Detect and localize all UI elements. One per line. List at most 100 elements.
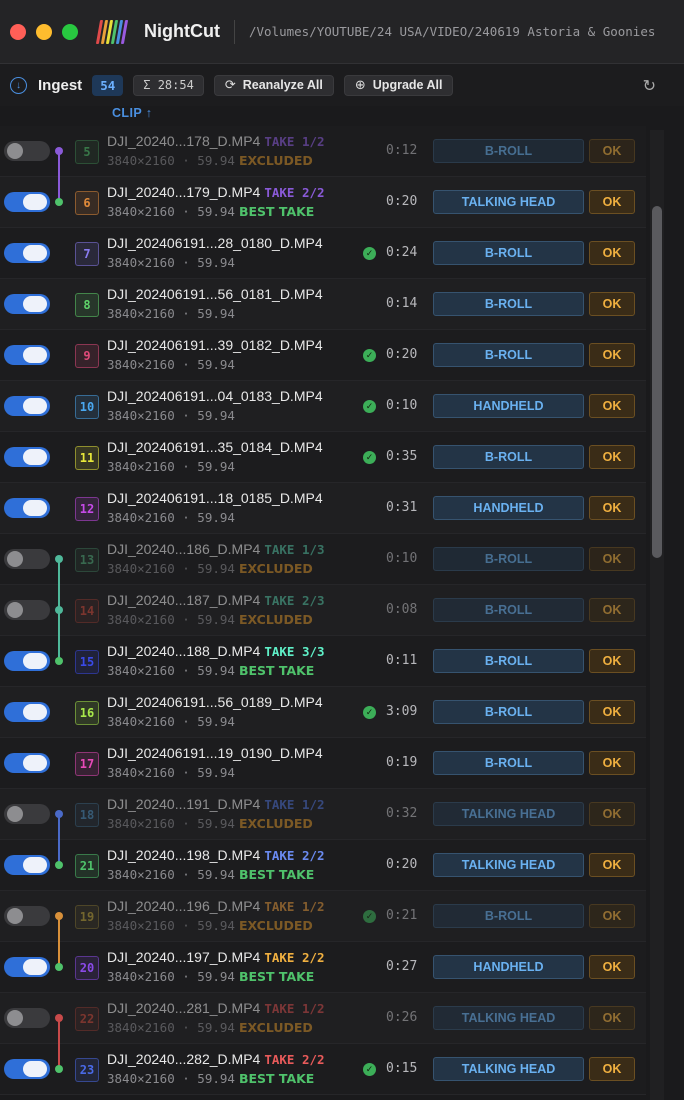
include-toggle[interactable] (4, 1059, 50, 1079)
clip-meta: 3840×2160 · 59.94 (107, 306, 235, 321)
clip-row[interactable]: 12 DJI_202406191...18_0185_D.MP4 3840×2160… (0, 483, 646, 534)
category-button[interactable]: B-ROLL (433, 241, 584, 265)
clip-row[interactable]: 16 DJI_202406191...56_0189_D.MP4 3840×2160… (0, 687, 646, 738)
include-toggle[interactable] (4, 243, 50, 263)
include-toggle[interactable] (4, 192, 50, 212)
ok-button[interactable]: OK (589, 598, 635, 622)
clip-row[interactable]: 5 DJI_20240...178_D.MP4 TAKE 1/2 3840×2160 … (0, 126, 646, 177)
clip-row[interactable]: 18 DJI_20240...191_D.MP4 TAKE 1/2 3840×2160… (0, 789, 646, 840)
clip-row[interactable]: 17 DJI_202406191...19_0190_D.MP4 3840×2160… (0, 738, 646, 789)
category-button[interactable]: TALKING HEAD (433, 1057, 584, 1081)
category-button[interactable]: HANDHELD (433, 394, 584, 418)
category-button[interactable]: B-ROLL (433, 139, 584, 163)
ok-button[interactable]: OK (589, 700, 635, 724)
category-button[interactable]: B-ROLL (433, 292, 584, 316)
clip-filename: DJI_20240...188_D.MP4 TAKE 3/3 (107, 643, 325, 659)
ok-button[interactable]: OK (589, 1057, 635, 1081)
refresh-icon[interactable]: ↻ (643, 76, 656, 96)
clip-filename: DJI_202406191...04_0183_D.MP4 (107, 388, 323, 404)
minimize-button[interactable] (36, 23, 52, 40)
clip-row[interactable]: 22 DJI_20240...281_D.MP4 TAKE 1/2 3840×2160… (0, 993, 646, 1044)
category-button[interactable]: B-ROLL (433, 343, 584, 367)
clip-duration: 0:08 (386, 602, 418, 617)
include-toggle[interactable] (4, 345, 50, 365)
clip-filename: DJI_202406191...39_0182_D.MP4 (107, 337, 323, 353)
ok-button[interactable]: OK (589, 904, 635, 928)
category-button[interactable]: TALKING HEAD (433, 1006, 584, 1030)
clip-row[interactable]: 6 DJI_20240...179_D.MP4 TAKE 2/2 3840×2160 … (0, 177, 646, 228)
include-toggle[interactable] (4, 396, 50, 416)
clip-row[interactable]: 13 DJI_20240...186_D.MP4 TAKE 1/3 3840×2160… (0, 534, 646, 585)
include-toggle[interactable] (4, 141, 50, 161)
reanalyze-all-button[interactable]: ⟳ Reanalyze All (213, 74, 334, 96)
ok-button[interactable]: OK (589, 649, 635, 673)
clip-row[interactable]: 19 DJI_20240...196_D.MP4 TAKE 1/2 3840×2160… (0, 891, 646, 942)
ingest-label[interactable]: Ingest (38, 77, 82, 94)
include-toggle[interactable] (4, 753, 50, 773)
ok-button[interactable]: OK (589, 751, 635, 775)
include-toggle[interactable] (4, 906, 50, 926)
clip-row[interactable]: 23 DJI_20240...282_D.MP4 TAKE 2/2 3840×2160… (0, 1044, 646, 1095)
clip-sort-header[interactable]: CLIP ↑ (112, 106, 152, 120)
toggle-knob (7, 143, 23, 159)
include-toggle[interactable] (4, 294, 50, 314)
category-button[interactable]: TALKING HEAD (433, 853, 584, 877)
clip-row[interactable]: 15 DJI_20240...188_D.MP4 TAKE 3/3 3840×2160… (0, 636, 646, 687)
ok-button[interactable]: OK (589, 292, 635, 316)
include-toggle[interactable] (4, 498, 50, 518)
close-button[interactable] (10, 23, 26, 40)
include-toggle[interactable] (4, 549, 50, 569)
clip-row[interactable]: 20 DJI_20240...197_D.MP4 TAKE 2/2 3840×2160… (0, 942, 646, 993)
clip-duration: 0:11 (386, 653, 418, 668)
upgrade-all-button[interactable]: ⊕ Upgrade All (343, 74, 454, 96)
include-toggle[interactable] (4, 957, 50, 977)
clip-row[interactable]: 11 DJI_202406191...35_0184_D.MP4 3840×2160… (0, 432, 646, 483)
include-toggle[interactable] (4, 702, 50, 722)
resolution-fps: 3840×2160 · 59.94 (107, 408, 235, 423)
clip-number: 14 (75, 599, 99, 623)
include-toggle[interactable] (4, 804, 50, 824)
ok-button[interactable]: OK (589, 190, 635, 214)
toggle-knob (23, 704, 47, 720)
clip-row[interactable]: 8 DJI_202406191...56_0181_D.MP4 3840×2160 … (0, 279, 646, 330)
ok-button[interactable]: OK (589, 955, 635, 979)
include-toggle[interactable] (4, 447, 50, 467)
include-toggle[interactable] (4, 600, 50, 620)
ok-button[interactable]: OK (589, 496, 635, 520)
zoom-button[interactable] (62, 23, 78, 40)
ok-button[interactable]: OK (589, 139, 635, 163)
category-button[interactable]: B-ROLL (433, 598, 584, 622)
clip-row[interactable]: 21 DJI_20240...198_D.MP4 TAKE 2/2 3840×2160… (0, 840, 646, 891)
excluded-status: EXCLUDED (238, 561, 313, 576)
include-toggle[interactable] (4, 651, 50, 671)
clip-row[interactable]: 14 DJI_20240...187_D.MP4 TAKE 2/3 3840×2160… (0, 585, 646, 636)
ok-button[interactable]: OK (589, 802, 635, 826)
ok-button[interactable]: OK (589, 445, 635, 469)
category-button[interactable]: B-ROLL (433, 445, 584, 469)
clip-meta: 3840×2160 · 59.94 BEST TAKE (107, 867, 314, 882)
include-toggle[interactable] (4, 1008, 50, 1028)
category-button[interactable]: B-ROLL (433, 751, 584, 775)
category-button[interactable]: TALKING HEAD (433, 802, 584, 826)
category-button[interactable]: HANDHELD (433, 955, 584, 979)
category-button[interactable]: TALKING HEAD (433, 190, 584, 214)
clip-row[interactable]: 7 DJI_202406191...28_0180_D.MP4 3840×2160 … (0, 228, 646, 279)
ok-button[interactable]: OK (589, 853, 635, 877)
category-button[interactable]: B-ROLL (433, 649, 584, 673)
category-button[interactable]: B-ROLL (433, 700, 584, 724)
ingest-icon[interactable]: ↓ (10, 76, 27, 94)
scrollbar-thumb[interactable] (652, 206, 662, 558)
ok-button[interactable]: OK (589, 394, 635, 418)
category-button[interactable]: HANDHELD (433, 496, 584, 520)
ok-button[interactable]: OK (589, 241, 635, 265)
take-group-dot (55, 606, 63, 614)
category-button[interactable]: B-ROLL (433, 547, 584, 571)
ok-button[interactable]: OK (589, 343, 635, 367)
include-toggle[interactable] (4, 855, 50, 875)
clip-row[interactable]: 10 DJI_202406191...04_0183_D.MP4 3840×2160… (0, 381, 646, 432)
ok-button[interactable]: OK (589, 1006, 635, 1030)
ok-button[interactable]: OK (589, 547, 635, 571)
category-button[interactable]: B-ROLL (433, 904, 584, 928)
clip-row[interactable]: 9 DJI_202406191...39_0182_D.MP4 3840×2160 … (0, 330, 646, 381)
resolution-fps: 3840×2160 · 59.94 (107, 1020, 235, 1035)
